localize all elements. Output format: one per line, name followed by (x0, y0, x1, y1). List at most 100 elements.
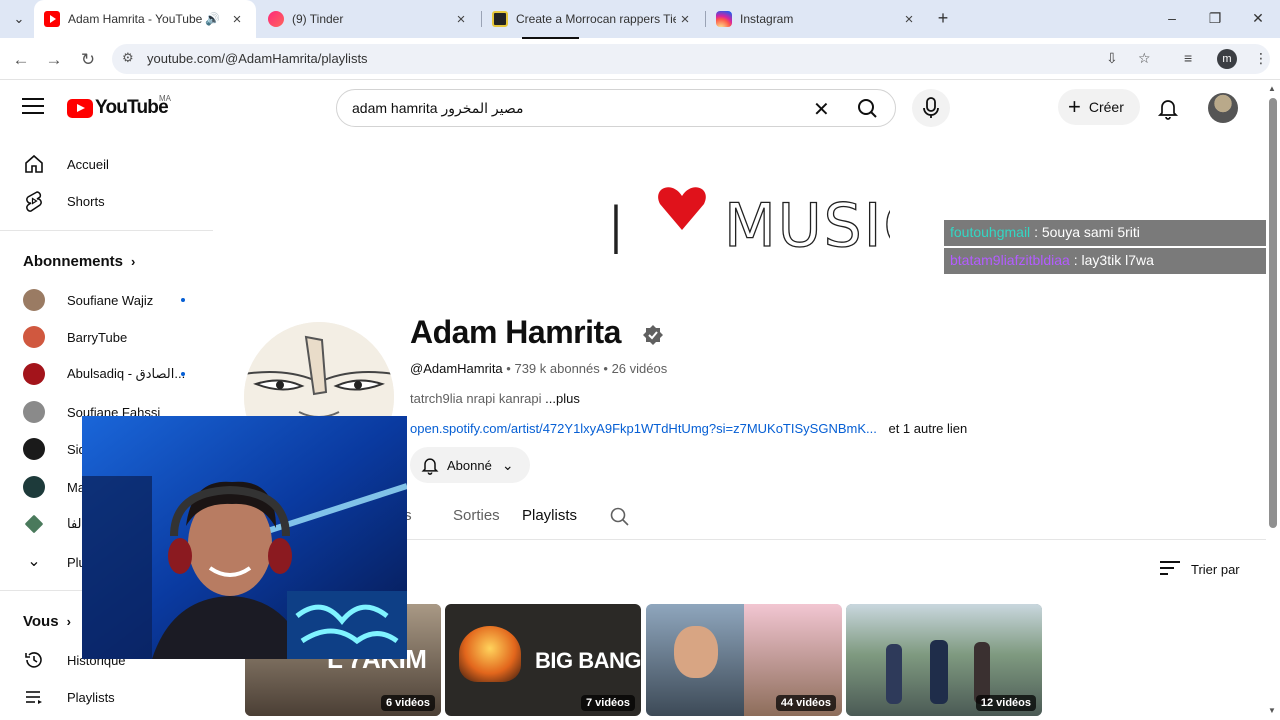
bookmark-star-icon[interactable]: ☆ (1138, 50, 1151, 67)
sidebar-item-subscription[interactable]: BarryTube (0, 319, 225, 355)
tab-youtube[interactable]: Adam Hamrita - YouTube 🔊 × (34, 0, 256, 38)
chat-username: btatam9liafzitbldiaa (950, 252, 1070, 268)
you-heading[interactable]: Vous › (23, 613, 71, 630)
profile-avatar[interactable]: m (1217, 49, 1237, 69)
shorts-icon (26, 191, 42, 212)
sidebar-item-label: Abulsadiq - الصادق... (67, 366, 186, 381)
media-control-icon[interactable]: ≡ (1184, 50, 1192, 66)
chat-text: : 5ouya sami 5riti (1034, 224, 1140, 240)
chat-message: foutouhgmail : 5ouya sami 5riti (944, 220, 1280, 246)
banner-music-text: MUSIC (724, 191, 890, 261)
back-icon[interactable]: ← (10, 49, 32, 71)
create-button[interactable]: + Créer (1058, 89, 1140, 125)
channel-avatar (23, 476, 45, 498)
close-tab-icon[interactable]: × (452, 11, 470, 28)
site-info-icon[interactable]: ⚙ (122, 50, 134, 66)
sidebar-item-home[interactable]: Accueil (0, 146, 225, 182)
scroll-down-icon[interactable]: ▼ (1268, 706, 1276, 715)
tab-tinder[interactable]: (9) Tinder × (258, 0, 480, 38)
minimize-icon[interactable]: – (1162, 10, 1182, 26)
sort-icon (1160, 561, 1180, 577)
close-tab-icon[interactable]: × (228, 11, 246, 28)
description-text: tatrch9lia nrapi kanrapi (410, 391, 542, 406)
chevron-down-icon: ⌄ (501, 456, 514, 473)
youtube-logo[interactable]: YouTube MA (67, 94, 171, 119)
notifications-bell-icon[interactable] (1156, 96, 1180, 120)
chat-message: btatam9liafzitbldiaa : lay3tik l7wa (944, 248, 1280, 274)
tab-playlists[interactable]: Playlists (522, 507, 577, 524)
guide-menu-icon[interactable] (22, 98, 44, 116)
channel-meta: @AdamHamrita • 739 k abonnés • 26 vidéos (410, 361, 667, 376)
tinder-favicon-icon (268, 11, 284, 27)
playlist-thumbnail[interactable]: BIG BANG 7 vidéos (445, 604, 641, 716)
other-links[interactable]: et 1 autre lien (888, 421, 967, 436)
channel-avatar (23, 438, 45, 460)
scroll-up-icon[interactable]: ▲ (1268, 84, 1276, 93)
video-count: 26 vidéos (611, 361, 668, 376)
tab-tier-maker[interactable]: Create a Morrocan rappers Tier × (482, 0, 704, 38)
reload-icon[interactable]: ↻ (77, 49, 99, 71)
url-text[interactable]: youtube.com/@AdamHamrita/playlists (147, 51, 368, 66)
sidebar-item-label: Shorts (67, 193, 105, 209)
close-window-icon[interactable]: ✕ (1248, 10, 1268, 27)
search-icon[interactable] (853, 97, 883, 119)
account-avatar[interactable] (1208, 93, 1238, 123)
sidebar-item-shorts[interactable]: Shorts (0, 183, 225, 219)
chat-text: : lay3tik l7wa (1073, 252, 1154, 268)
country-code: MA (159, 94, 171, 103)
forward-icon[interactable]: → (43, 49, 65, 71)
search-box[interactable]: adam hamrita مصير المخرور ✕ (336, 89, 896, 127)
channel-banner: I MUSIC (606, 187, 890, 268)
tab-releases[interactable]: Sorties (453, 507, 500, 524)
playlist-video-count: 7 vidéos (580, 695, 635, 711)
sidebar-item-label: Accueil (67, 156, 109, 172)
channel-avatar (23, 289, 45, 311)
new-tab-icon[interactable]: + (932, 8, 954, 29)
sidebar-item-subscription[interactable]: Abulsadiq - الصادق... (0, 356, 225, 392)
tab-search-icon[interactable]: ⌄ (8, 8, 30, 30)
new-content-dot (181, 372, 185, 376)
close-tab-icon[interactable]: × (900, 11, 918, 28)
install-app-icon[interactable]: ⇩ (1106, 50, 1118, 67)
verified-badge-icon (643, 325, 663, 345)
subscriptions-heading[interactable]: Abonnements › (23, 253, 135, 270)
sort-button[interactable]: Trier par (1160, 561, 1240, 577)
channel-name: Adam Hamrita (410, 314, 621, 350)
channel-description[interactable]: tatrch9lia nrapi kanrapi ...plus (410, 391, 580, 406)
sidebar-item-label: BarryTube (67, 329, 128, 345)
playlist-thumbnail[interactable]: 12 vidéos (846, 604, 1042, 716)
clear-search-icon[interactable]: ✕ (813, 97, 830, 122)
history-icon (25, 652, 42, 668)
subscriber-count: 739 k abonnés (514, 361, 600, 376)
browser-menu-icon[interactable]: ⋮ (1254, 50, 1268, 67)
subscribed-button[interactable]: Abonné ⌄ (410, 447, 530, 483)
description-more-link[interactable]: ...plus (545, 391, 580, 406)
tab-instagram[interactable]: Instagram × (706, 0, 928, 38)
sidebar-item-subscription[interactable]: Soufiane Wajiz (0, 282, 225, 318)
you-heading-label: Vous (23, 613, 59, 630)
close-tab-icon[interactable]: × (676, 11, 694, 28)
playlist-thumbnail[interactable]: 44 vidéos (646, 604, 842, 716)
search-input[interactable]: adam hamrita مصير المخرور (352, 100, 524, 117)
omnibox[interactable]: ⚙ youtube.com/@AdamHamrita/playlists ⇩ ☆… (112, 44, 1270, 74)
new-content-dot (181, 298, 185, 302)
restore-icon[interactable]: ❐ (1205, 10, 1225, 27)
scrollbar-thumb[interactable] (1269, 98, 1277, 528)
playlist-video-count: 44 vidéos (775, 695, 836, 711)
sidebar-item-label: Soufiane Wajiz (67, 292, 154, 308)
instagram-favicon-icon (716, 11, 732, 27)
playlist-video-count: 12 vidéos (975, 695, 1036, 711)
channel-handle: @AdamHamrita (410, 361, 503, 376)
meta-separator: • (603, 361, 612, 376)
page-scrollbar[interactable]: ▲ ▼ (1266, 80, 1280, 720)
chat-username: foutouhgmail (950, 224, 1031, 240)
voice-search-icon[interactable] (912, 89, 950, 127)
tab-title: (9) Tinder (292, 12, 344, 26)
tiermaker-favicon-icon (492, 11, 508, 27)
speaker-icon[interactable]: 🔊 (205, 12, 220, 26)
channel-search-icon[interactable] (610, 507, 630, 527)
spotify-link[interactable]: open.spotify.com/artist/472Y1lxyA9Fkp1WT… (410, 421, 877, 436)
youtube-favicon-icon (44, 11, 60, 27)
channel-avatar (23, 363, 45, 385)
sidebar-item-playlists[interactable]: Playlists (0, 679, 225, 715)
